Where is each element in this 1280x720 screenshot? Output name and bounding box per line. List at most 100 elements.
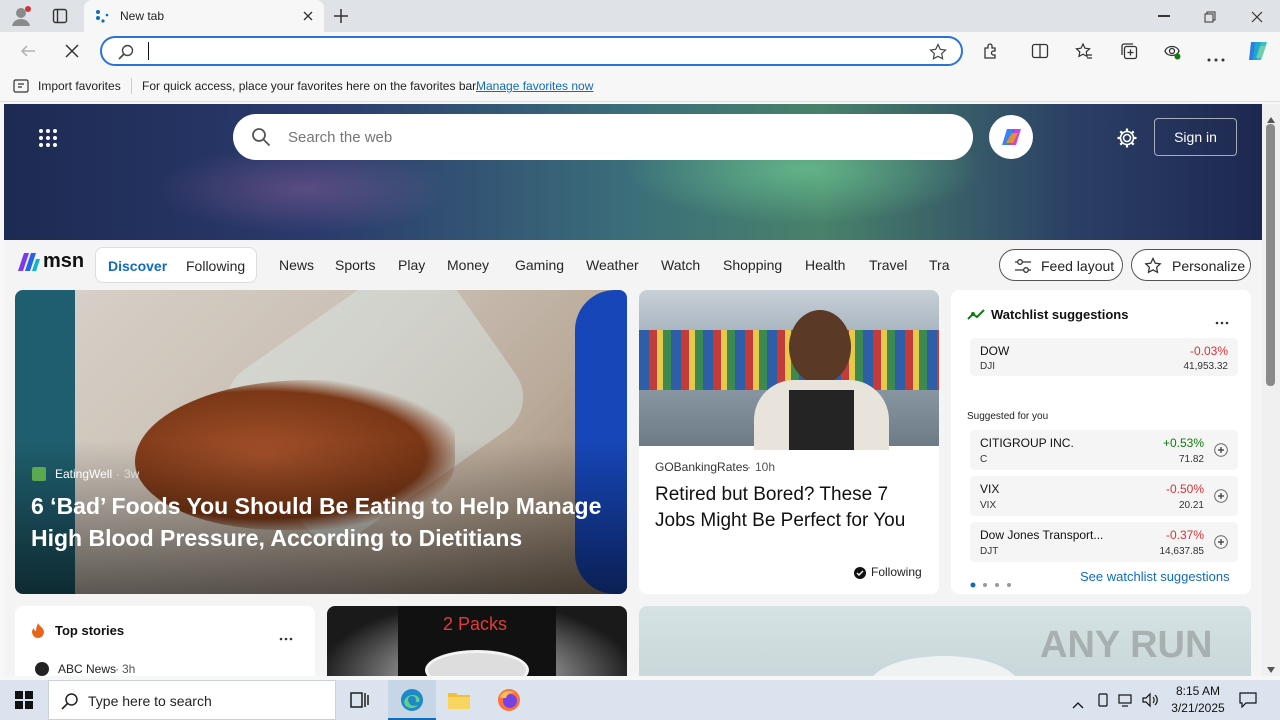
tray-chevron-icon[interactable]	[1072, 696, 1084, 709]
copilot-button[interactable]	[989, 115, 1033, 159]
web-search-box[interactable]	[233, 114, 973, 160]
volume-icon[interactable]	[1142, 692, 1158, 708]
tab-new-tab[interactable]: New tab	[84, 0, 324, 32]
scroll-down-icon[interactable]	[1267, 660, 1275, 673]
task-view-icon[interactable]	[350, 691, 370, 709]
hero-headline[interactable]: 6 ‘Bad’ Foods You Should Be Eating to He…	[31, 490, 616, 554]
tab-actions-icon[interactable]	[52, 8, 68, 24]
browser-toolbar	[0, 32, 1280, 70]
top-stories-card: Top stories ABC News · 3h	[15, 606, 315, 676]
split-screen-icon[interactable]	[1031, 42, 1049, 60]
personalize-button[interactable]: Personalize	[1131, 249, 1251, 281]
feed-layout-button[interactable]: Feed layout	[999, 249, 1123, 281]
nav-gaming[interactable]: Gaming	[515, 257, 564, 273]
network-icon[interactable]	[1118, 693, 1134, 707]
import-favorites-button[interactable]: Import favorites	[38, 79, 121, 93]
nav-watch[interactable]: Watch	[661, 257, 700, 273]
stock-change: -0.03%	[1189, 344, 1228, 358]
see-watchlist-link[interactable]: See watchlist suggestions	[1080, 569, 1230, 584]
nav-travel[interactable]: Travel	[869, 257, 907, 273]
msn-page: Sign in msn Discover Following News Spor…	[4, 104, 1262, 676]
notifications-icon[interactable]	[1239, 692, 1257, 709]
collections-icon[interactable]	[1120, 42, 1138, 60]
story-card[interactable]: GOBankingRates · 10h Retired but Bored? …	[639, 290, 939, 594]
top-story-source: ABC News	[58, 662, 117, 676]
clock-date[interactable]: 3/21/2025	[1166, 701, 1230, 715]
following-label[interactable]: Following	[871, 565, 922, 579]
nav-money[interactable]: Money	[447, 257, 489, 273]
import-favorites-icon[interactable]	[13, 78, 31, 94]
feed-layout-label: Feed layout	[1041, 258, 1115, 274]
nav-news[interactable]: News	[279, 257, 314, 273]
restore-button[interactable]	[1204, 10, 1216, 23]
feed-tab-group: Discover Following	[95, 247, 257, 283]
windows-start-icon[interactable]	[15, 691, 33, 709]
watchlist-main-row[interactable]: DOW DJI -0.03% 41,953.32	[970, 338, 1238, 376]
promo-card[interactable]: 2 Packs	[327, 606, 627, 676]
story-headline[interactable]: Retired but Bored? These 7 Jobs Might Be…	[655, 482, 925, 534]
manage-favorites-link[interactable]: Manage favorites now	[476, 79, 593, 93]
nav-traffic[interactable]: Tra	[929, 257, 951, 273]
favorite-star-icon[interactable]	[929, 43, 947, 61]
new-tab-button[interactable]	[333, 8, 349, 24]
stock-ticker: DJI	[980, 361, 995, 372]
msn-logo[interactable]: msn	[16, 249, 84, 275]
add-to-watchlist-icon[interactable]	[1214, 443, 1228, 457]
apps-launcher-icon[interactable]	[38, 128, 58, 148]
hero-dot: ·	[116, 467, 120, 481]
hero-age: 3w	[124, 467, 140, 481]
nav-health[interactable]: Health	[805, 257, 845, 273]
suggested-row[interactable]: VIX VIX -0.50% 20.21	[970, 476, 1238, 516]
close-window-button[interactable]	[1251, 10, 1263, 23]
nav-play[interactable]: Play	[398, 257, 425, 273]
settings-gear-icon[interactable]	[1116, 127, 1138, 149]
stock-name: VIX	[980, 482, 1000, 496]
nav-shopping[interactable]: Shopping	[723, 257, 782, 273]
profile-icon[interactable]	[10, 5, 32, 27]
address-input[interactable]	[148, 42, 908, 60]
favorites-icon[interactable]	[1075, 42, 1093, 60]
top-stories-more-icon[interactable]	[279, 628, 293, 641]
person-head	[789, 310, 851, 384]
sign-in-button[interactable]: Sign in	[1154, 118, 1237, 156]
address-bar[interactable]	[100, 36, 963, 66]
tab-discover[interactable]: Discover	[108, 258, 167, 274]
more-menu-icon[interactable]	[1207, 49, 1225, 62]
favorites-bar: Import favorites For quick access, place…	[0, 70, 1280, 102]
anyrun-watermark: ANY RUN	[1040, 624, 1213, 666]
tab-following[interactable]: Following	[186, 258, 245, 274]
add-to-watchlist-icon[interactable]	[1214, 535, 1228, 549]
browser-essentials-icon[interactable]	[1163, 42, 1181, 60]
suggested-row[interactable]: Dow Jones Transport... DJT -0.37% 14,637…	[970, 522, 1238, 562]
device-icon[interactable]	[1096, 693, 1110, 707]
nav-sports[interactable]: Sports	[335, 257, 375, 273]
sparkle-icon	[1144, 256, 1162, 275]
taskbar-search-box[interactable]: Type here to search	[48, 680, 336, 720]
suggested-row[interactable]: CITIGROUP INC. C +0.53% 71.82	[970, 430, 1238, 470]
watchlist-more-icon[interactable]	[1215, 312, 1229, 325]
web-search-input[interactable]	[288, 126, 928, 148]
close-tab-icon[interactable]	[302, 10, 314, 22]
scroll-thumb[interactable]	[1266, 124, 1275, 386]
story-dot: ·	[747, 460, 751, 474]
firefox-icon[interactable]	[497, 688, 521, 712]
file-explorer-icon[interactable]	[447, 690, 471, 710]
copilot-icon[interactable]	[1246, 40, 1270, 62]
hero-story-card[interactable]: EatingWell · 3w 6 ‘Bad’ Foods You Should…	[15, 290, 627, 594]
nav-weather[interactable]: Weather	[586, 257, 639, 273]
windows-taskbar: Type here to search 8:15 AM 3/21/2025	[0, 680, 1280, 720]
extensions-icon[interactable]	[982, 42, 1000, 60]
stop-loading-icon[interactable]	[65, 44, 79, 58]
carousel-dots[interactable]	[970, 575, 1016, 588]
flame-icon	[31, 622, 45, 638]
back-arrow-icon[interactable]	[20, 43, 36, 59]
taskbar-search-placeholder: Type here to search	[88, 693, 212, 709]
add-to-watchlist-icon[interactable]	[1214, 489, 1228, 503]
scroll-up-icon[interactable]	[1267, 110, 1275, 123]
stock-price: 71.82	[1178, 454, 1204, 465]
stock-ticker: DJT	[980, 546, 999, 557]
clock-time[interactable]: 8:15 AM	[1170, 684, 1226, 698]
minimize-button[interactable]	[1158, 15, 1170, 17]
page-scrollbar[interactable]	[1262, 104, 1280, 676]
edge-taskbar-button[interactable]	[388, 680, 436, 720]
